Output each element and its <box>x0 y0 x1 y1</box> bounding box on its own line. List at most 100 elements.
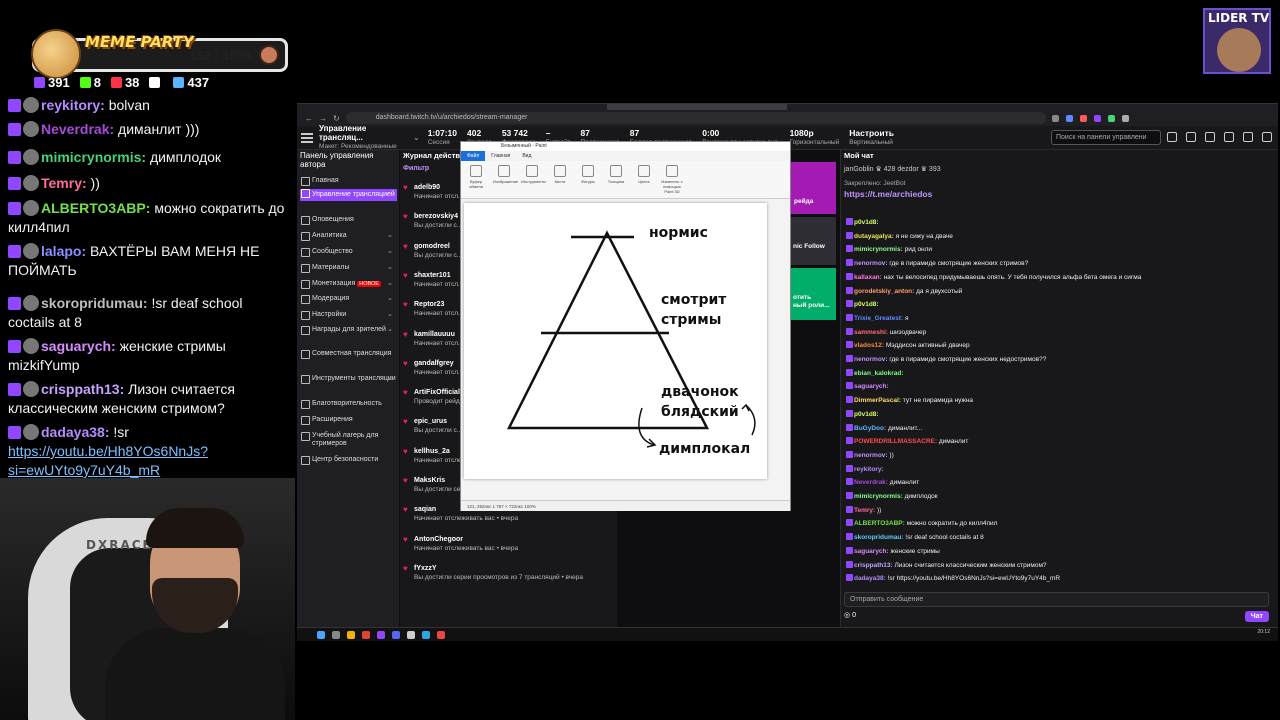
chat-username[interactable]: crisppath13: <box>854 562 893 569</box>
chat-username[interactable]: ALBERTO3ABP: <box>854 520 905 527</box>
start-icon[interactable] <box>317 630 325 639</box>
obs-icon[interactable] <box>437 630 445 639</box>
chat-username[interactable]: ebian_kalokrad: <box>854 370 904 377</box>
extension-icon[interactable] <box>1065 114 1073 122</box>
chat-username[interactable]: Trixie_Greatest: <box>854 315 903 322</box>
chat-username[interactable]: vlados12: <box>854 342 884 349</box>
quick-action-role[interactable]: отить ный роли... <box>791 268 836 320</box>
bits-icon[interactable] <box>1224 132 1234 142</box>
paint-tool[interactable]: Кисти <box>549 165 571 191</box>
paint-canvas[interactable]: нормис смотрит стримы двачонок блядский … <box>464 203 767 479</box>
sidebar-item[interactable]: Награды для зрителей ⌄ <box>300 326 397 335</box>
tab-home[interactable]: Главная <box>485 153 516 159</box>
chevron-down-icon[interactable]: ⌄ <box>387 295 393 303</box>
chat-username[interactable]: nenormov: <box>854 260 888 267</box>
chat-message-input[interactable]: Отправить сообщение <box>844 592 1269 607</box>
twitch-icon[interactable] <box>377 630 385 639</box>
sidebar-item[interactable]: Главная <box>300 177 397 186</box>
paint-tool[interactable]: Буфер обмена <box>465 165 487 191</box>
notifications-icon[interactable] <box>1243 132 1253 142</box>
discord-icon[interactable] <box>392 630 400 639</box>
telegram-icon[interactable] <box>422 630 430 639</box>
chevron-down-icon[interactable]: ⌄ <box>413 133 420 142</box>
extension-icon[interactable] <box>1079 114 1087 122</box>
lightning-icon[interactable] <box>1205 132 1215 142</box>
chat-username[interactable]: DimmerPascal: <box>854 397 901 404</box>
chat-username[interactable]: saguarych: <box>854 383 889 390</box>
dashboard-search-input[interactable]: Поиск на панели управлени <box>1051 130 1161 145</box>
paint-tool[interactable]: Фигуры <box>577 165 599 191</box>
chat-username[interactable]: p0v1d8: <box>854 219 879 226</box>
sidebar-item[interactable]: Управление трансляцией <box>300 189 397 201</box>
chevron-down-icon[interactable]: ⌄ <box>387 264 393 272</box>
sidebar-item[interactable]: Оповещения <box>300 216 397 225</box>
chat-username[interactable]: gorodetskiy_anton: <box>854 288 914 295</box>
sidebar-item[interactable]: Центр безопасности <box>300 456 397 465</box>
activity-item[interactable]: AntonChegoorНачинает отслеживать вас • в… <box>403 535 603 553</box>
sidebar-item[interactable]: Сообщество ⌄ <box>300 248 397 257</box>
menu-icon[interactable] <box>1121 114 1129 122</box>
chat-link[interactable]: https://youtu.be/Hh8YOs6NnJs?si=ewUYto9y… <box>8 443 208 478</box>
chevron-down-icon[interactable]: ⌄ <box>387 232 393 240</box>
sidebar-item[interactable]: Настройки ⌄ <box>300 311 397 320</box>
chevron-down-icon[interactable]: ⌄ <box>387 280 393 288</box>
sidebar-item[interactable]: Инструменты трансляции ⌄ <box>300 375 397 384</box>
channel-points-icon[interactable]: ◎ <box>844 612 852 619</box>
hamburger-menu-icon[interactable] <box>301 132 313 143</box>
chat-username[interactable]: skoropridumau: <box>854 534 903 541</box>
explorer-icon[interactable] <box>347 630 355 639</box>
extension-icon[interactable] <box>1107 114 1115 122</box>
sidebar-item[interactable]: Учебный лагерь для стримеров <box>300 432 397 448</box>
paint-tool[interactable]: Изменить с помощью Paint 3D <box>661 165 683 194</box>
sidebar-item[interactable]: Расширения <box>300 416 397 425</box>
chat-send-button[interactable]: Чат <box>1244 611 1269 622</box>
forward-icon[interactable]: → <box>319 114 327 123</box>
chat-username[interactable]: dadaya38: <box>854 575 886 582</box>
chevron-down-icon[interactable]: ⌄ <box>387 375 393 383</box>
paint-tool[interactable]: Инструменты <box>521 165 546 191</box>
quick-action-follow[interactable]: nic Follow <box>791 217 836 265</box>
paint-tool[interactable]: Толщина <box>605 165 627 191</box>
chat-username[interactable]: sammeshi: <box>854 329 888 336</box>
chat-username[interactable]: p0v1d8: <box>854 301 879 308</box>
reload-icon[interactable]: ↻ <box>333 114 340 123</box>
tab-file[interactable]: Файл <box>461 151 486 161</box>
inbox-icon[interactable] <box>1262 132 1272 142</box>
sidebar-item[interactable]: Материалы ⌄ <box>300 264 397 273</box>
chat-username[interactable]: saguarych: <box>854 548 889 555</box>
chat-username[interactable]: kallaxan: <box>854 274 882 281</box>
paint-tool[interactable]: Изображение <box>493 165 518 191</box>
tab-view[interactable]: Вид <box>516 153 537 159</box>
chevron-down-icon[interactable]: ⌄ <box>387 248 393 256</box>
chat-username[interactable]: Neverdrak: <box>854 479 888 486</box>
pinned-link[interactable]: https://t.me/archiedos <box>844 189 1269 199</box>
sidebar-item[interactable]: Монетизация НОВОЕ ⌄ <box>300 280 397 289</box>
back-icon[interactable]: ← <box>305 114 313 123</box>
help-icon[interactable] <box>1186 132 1196 142</box>
sidebar-item[interactable]: Благотворительность <box>300 400 397 409</box>
paint-icon[interactable] <box>407 630 415 639</box>
chevron-down-icon[interactable]: ⌄ <box>387 311 393 319</box>
chrome-icon[interactable] <box>362 630 370 639</box>
sidebar-item[interactable]: Модерация ⌄ <box>300 295 397 304</box>
chat-username[interactable]: POWERDRILLMASSACRE: <box>854 438 937 445</box>
activity-item[interactable]: fYxzzYВы достигли серии просмотров из 7 … <box>403 564 603 582</box>
chat-username[interactable]: p0v1d8: <box>854 411 879 418</box>
activity-filter-button[interactable]: Фильтр <box>403 165 429 172</box>
quick-action-raid[interactable]: рейда <box>791 162 836 214</box>
extension-icon[interactable] <box>1093 114 1101 122</box>
search-icon[interactable] <box>332 630 340 639</box>
chat-username[interactable]: Temry: <box>854 507 875 514</box>
url-input[interactable]: dashboard.twitch.tv/u/archiedos/stream-m… <box>345 112 1046 124</box>
search-icon[interactable] <box>1167 132 1177 142</box>
star-icon[interactable] <box>1051 114 1059 122</box>
chat-username[interactable]: nenormov: <box>854 452 888 459</box>
sidebar-item[interactable]: Аналитика ⌄ <box>300 232 397 241</box>
paint-tool[interactable]: Цвета <box>633 165 655 191</box>
chevron-down-icon[interactable]: ⌄ <box>387 326 393 334</box>
chat-username[interactable]: mimicrynormis: <box>854 493 903 500</box>
chat-username[interactable]: nenormov: <box>854 356 888 363</box>
chat-username[interactable]: mimicrynormis: <box>854 246 903 253</box>
chat-username[interactable]: reykitory: <box>854 466 884 473</box>
sidebar-item[interactable]: Совместная трансляция <box>300 350 397 359</box>
